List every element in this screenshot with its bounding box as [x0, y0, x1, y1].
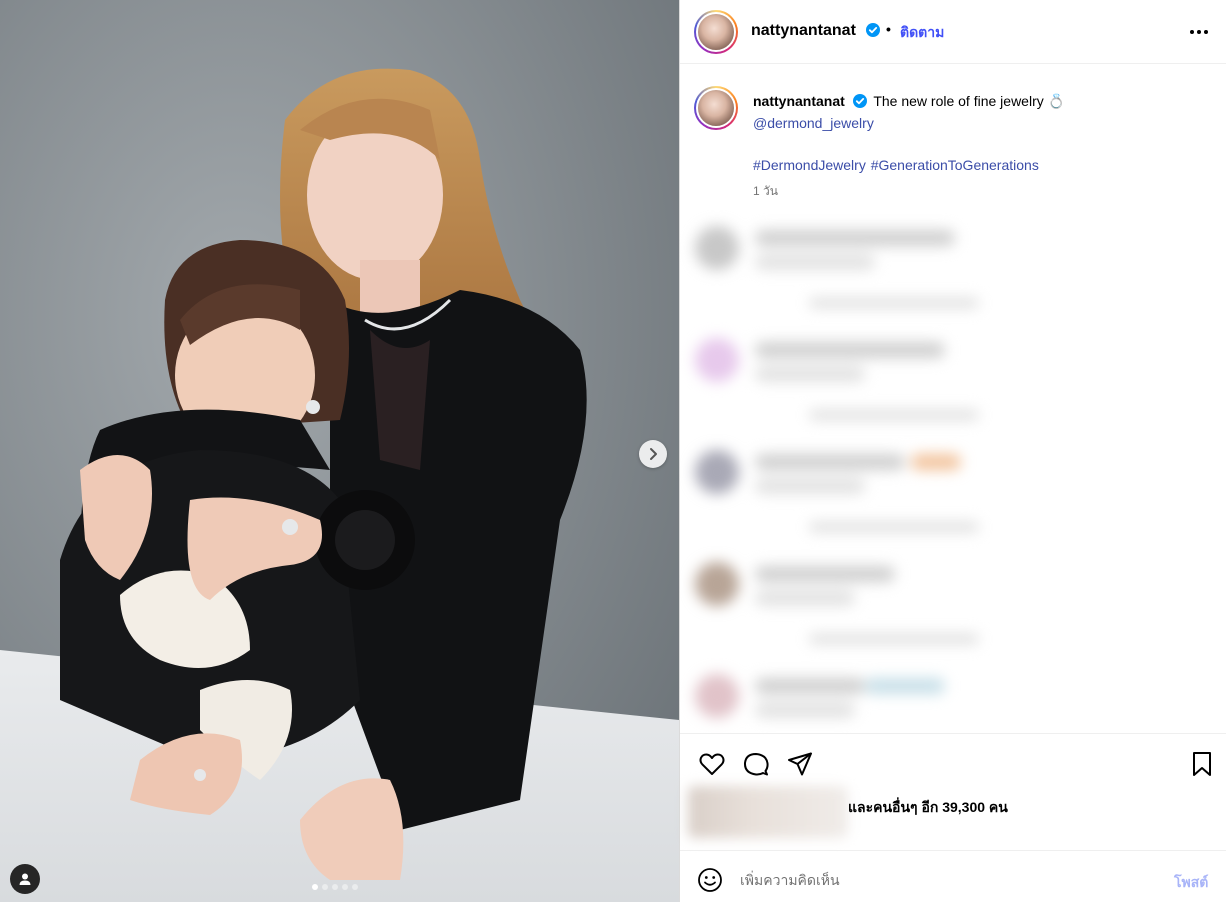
comment-meta [755, 590, 855, 606]
comment-text [755, 230, 955, 246]
comment-avatar [695, 450, 739, 494]
comment-replies [809, 410, 979, 420]
comment-meta [755, 702, 855, 718]
comment-avatar [695, 226, 739, 270]
carousel-dot [322, 884, 328, 890]
hashtag-link[interactable]: #DermondJewelry [753, 157, 866, 173]
comment-avatar [695, 562, 739, 606]
comment-meta [755, 254, 875, 270]
comment-replies [809, 634, 979, 644]
header-username[interactable]: nattynantanat [751, 22, 856, 40]
tagged-users-button[interactable] [10, 864, 40, 894]
comment-text [755, 678, 865, 694]
avatar-image [696, 88, 736, 128]
caption-avatar[interactable] [694, 86, 738, 130]
hashtag-link[interactable]: #GenerationToGenerations [871, 157, 1039, 173]
caption-text: The new role of fine jewelry 💍 [873, 93, 1066, 109]
emoji-icon[interactable] [697, 867, 723, 893]
carousel-dot-active [312, 884, 318, 890]
comment-text [755, 566, 895, 582]
avatar-image [696, 12, 736, 52]
comment-replies [809, 522, 979, 532]
caption-timestamp[interactable]: 1 วัน [753, 182, 778, 201]
add-comment-bar: โพสต์ [680, 850, 1226, 902]
post-comment-button[interactable]: โพสต์ [1174, 872, 1208, 894]
comments-list-blurred [689, 216, 1226, 734]
actions-divider [680, 733, 1226, 734]
comment-input[interactable] [740, 867, 1160, 893]
comment-meta [755, 478, 865, 494]
user-icon [19, 873, 31, 885]
post-header: nattynantanat • ติดตาม [680, 0, 1226, 64]
carousel-dot [352, 884, 358, 890]
header-avatar[interactable] [694, 10, 738, 54]
follow-button[interactable]: ติดตาม [900, 22, 944, 44]
post-media-carousel[interactable] [0, 0, 679, 902]
liked-by-avatars-blurred[interactable] [688, 786, 848, 838]
verified-badge-icon [852, 94, 867, 108]
comment-avatar [695, 674, 739, 718]
comment-meta [755, 366, 865, 382]
more-horizontal-icon [1190, 30, 1208, 34]
post-details-panel: nattynantanat • ติดตาม nattynantanat The… [679, 0, 1226, 902]
likes-count[interactable]: และคนอื่นๆ อีก 39,300 คน [848, 797, 1008, 819]
comment-emoji [911, 454, 961, 470]
carousel-dot [332, 884, 338, 890]
caption-hashtags: #DermondJewelry #GenerationToGenerations [753, 157, 1039, 173]
send-icon[interactable] [786, 750, 814, 778]
comment-emoji [865, 678, 945, 694]
carousel-dot [342, 884, 348, 890]
comment-text [755, 342, 945, 358]
heart-icon[interactable] [698, 750, 726, 778]
post-actions-bar [696, 750, 1216, 780]
caption-line: nattynantanat The new role of fine jewel… [753, 93, 1065, 110]
carousel-indicator [312, 884, 358, 890]
header-separator: • [886, 21, 891, 37]
chevron-right-icon [650, 448, 657, 460]
more-options-button[interactable] [1185, 22, 1213, 42]
bookmark-icon[interactable] [1188, 750, 1216, 778]
comment-text [755, 454, 905, 470]
verified-badge-icon [866, 23, 880, 37]
comment-avatar [695, 338, 739, 382]
carousel-next-button[interactable] [639, 440, 667, 468]
caption-mention-link[interactable]: @dermond_jewelry [753, 115, 874, 131]
comment-icon[interactable] [742, 750, 770, 778]
comment-replies [809, 298, 979, 308]
caption-username[interactable]: nattynantanat [753, 93, 845, 109]
post-photo [0, 0, 679, 902]
